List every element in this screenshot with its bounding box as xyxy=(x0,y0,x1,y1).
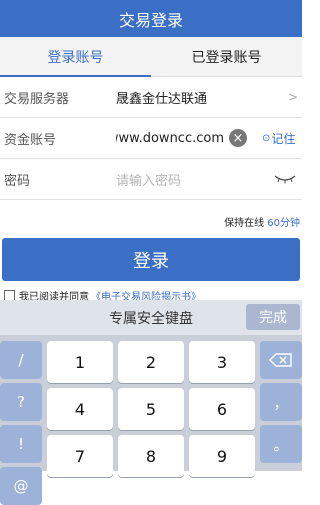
key-3[interactable]: 3 xyxy=(189,341,255,383)
server-label: 交易服务器 xyxy=(4,91,70,107)
remember-checkbox[interactable]: ⊙ 记住 xyxy=(262,130,295,147)
tab-logged-accounts[interactable]: 已登录账号 xyxy=(151,37,302,76)
keep-online-setting: 保持在线 60分钟 xyxy=(224,214,300,229)
account-label: 资金账号 xyxy=(4,132,57,148)
key-comma[interactable]: ， xyxy=(260,383,302,421)
keep-online-label: 保持在线 xyxy=(224,218,265,229)
key-at[interactable]: @ xyxy=(0,467,42,505)
clear-icon[interactable]: × xyxy=(229,129,247,147)
chevron-right-icon: > xyxy=(287,90,298,104)
key-period[interactable]: 。 xyxy=(260,425,302,463)
key-question[interactable]: ? xyxy=(0,383,42,421)
password-label: 密码 xyxy=(4,173,31,189)
password-row: 密码 请输入密码 xyxy=(0,159,302,200)
password-input[interactable]: 请输入密码 xyxy=(116,170,181,189)
account-input[interactable]: www.downcc.com xyxy=(116,131,224,146)
account-row: 资金账号 www.downcc.com × ⊙ 记住 xyxy=(0,118,302,159)
remember-label: 记住 xyxy=(271,131,296,146)
backspace-icon xyxy=(269,353,292,367)
key-5[interactable]: 5 xyxy=(118,388,184,430)
tab-login-account[interactable]: 登录账号 xyxy=(0,37,151,77)
eye-closed-icon[interactable] xyxy=(274,174,296,184)
page-title: 交易登录 xyxy=(118,10,183,30)
server-row[interactable]: 交易服务器 晟鑫金仕达联通 > xyxy=(0,77,302,118)
keyboard-done-button[interactable]: 完成 xyxy=(246,304,300,330)
login-button[interactable]: 登录 xyxy=(2,238,300,281)
server-value: 晟鑫金仕达联通 xyxy=(116,91,208,107)
key-4[interactable]: 4 xyxy=(47,388,113,430)
login-tabs: 登录账号 已登录账号 xyxy=(0,37,302,77)
key-1[interactable]: 1 xyxy=(47,341,113,383)
key-6[interactable]: 6 xyxy=(189,388,255,430)
secure-keyboard: / ? ! @ 1 2 3 4 5 6 7 8 9 ， 。 xyxy=(0,335,302,505)
keyboard-header: 专属安全键盘 完成 xyxy=(0,300,302,335)
backspace-key[interactable] xyxy=(260,341,302,379)
key-exclaim[interactable]: ! xyxy=(0,425,42,463)
key-slash[interactable]: / xyxy=(0,341,42,379)
key-2[interactable]: 2 xyxy=(118,341,184,383)
app-header: 交易登录 xyxy=(0,0,302,37)
keep-online-value[interactable]: 60分钟 xyxy=(267,218,300,229)
check-circle-icon: ⊙ xyxy=(262,132,271,144)
